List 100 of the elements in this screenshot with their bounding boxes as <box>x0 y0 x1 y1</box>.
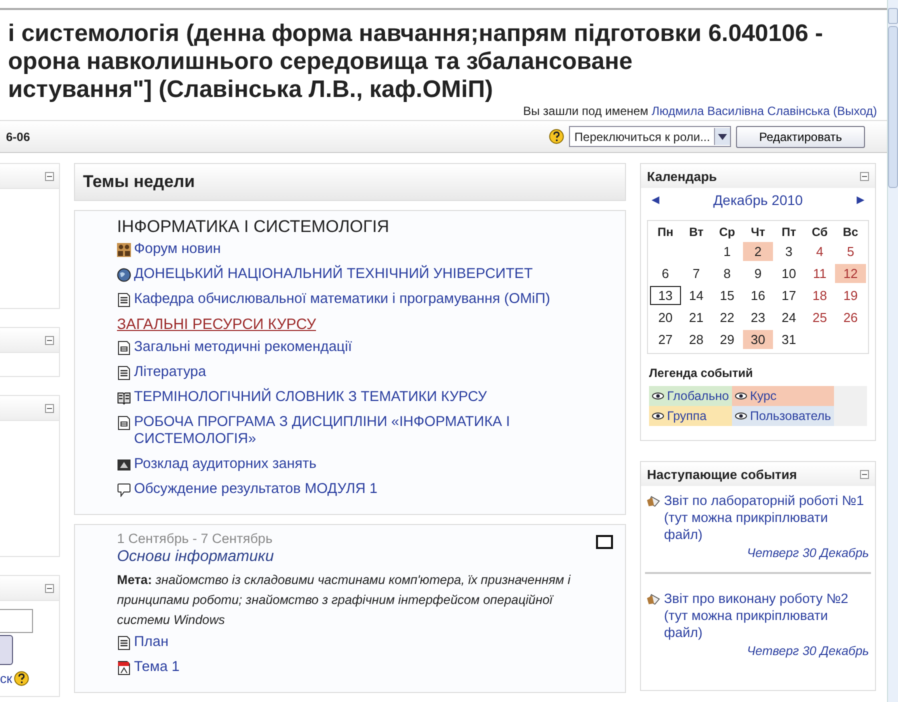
calendar-day[interactable]: 8 <box>712 264 743 283</box>
search-button[interactable] <box>0 635 13 665</box>
calendar-day[interactable]: 23 <box>742 308 774 327</box>
month-title[interactable]: Декабрь 2010 <box>713 192 803 208</box>
help-icon[interactable] <box>14 671 30 686</box>
resource-link[interactable]: Форум новин <box>134 241 221 258</box>
calendar-day[interactable]: 22 <box>712 308 743 327</box>
document-icon <box>117 366 131 380</box>
calendar-day[interactable]: 6 <box>650 264 681 283</box>
collapse-icon[interactable] <box>45 336 54 344</box>
calendar-day[interactable]: 2 <box>742 242 774 261</box>
calendar-day[interactable]: 28 <box>680 330 712 349</box>
eye-icon <box>652 412 664 420</box>
resource-link[interactable]: Загальні методичні рекомендації <box>134 339 352 356</box>
calendar-day[interactable]: 4 <box>804 242 836 261</box>
resource-link[interactable]: ТЕРМІНОЛОГІЧНИЙ СЛОВНИК З ТЕМАТИКИ КУРСУ <box>134 389 487 406</box>
resource-link[interactable]: РОБОЧА ПРОГРАМА З ДИСЦИПЛІНИ «ІНФОРМАТИКА І СИСТЕМОЛОГІЯ» <box>134 414 585 448</box>
calendar-day[interactable]: 1 <box>712 242 743 261</box>
calendar-day[interactable]: 12 <box>835 264 866 283</box>
calendar-day[interactable]: 10 <box>773 264 804 283</box>
calendar-day[interactable]: 18 <box>804 286 836 305</box>
resource-link[interactable]: Кафедра обчислювальної математики і програмування (ОМіП) <box>134 291 550 308</box>
assignment-icon <box>647 592 661 606</box>
user-link[interactable]: Людмила Василівна Славінська <box>652 104 830 118</box>
next-month-arrow[interactable]: ► <box>854 192 867 208</box>
calendar-day[interactable]: 24 <box>773 308 804 327</box>
eye-icon <box>734 412 747 420</box>
breadcrumb[interactable]: 6-06 <box>6 130 30 144</box>
legend-item[interactable]: Глобально <box>649 386 732 406</box>
collapse-icon[interactable] <box>45 172 54 180</box>
collapse-icon[interactable] <box>860 172 869 180</box>
previous-month-arrow[interactable]: ◄ <box>649 192 662 208</box>
document-icon <box>117 341 131 355</box>
event-date[interactable]: Четверг 30 Декабрь <box>647 545 869 562</box>
calendar-day[interactable]: 27 <box>650 330 681 349</box>
role-select[interactable]: Переключиться к роли... <box>569 126 732 147</box>
search-label[interactable]: ск <box>0 671 12 686</box>
document-icon <box>117 293 131 307</box>
collapse-icon[interactable] <box>45 584 54 592</box>
week-dates: 1 Сентябрь - 7 Сентябрь <box>117 531 274 546</box>
calendar-day[interactable]: 20 <box>650 308 681 327</box>
legend-title: Легенда событий <box>649 366 754 380</box>
resource-link[interactable]: ДОНЕЦЬКИЙ НАЦІОНАЛЬНИЙ ТЕХНІЧНИЙ УНІВЕРСИТЕТ <box>134 266 533 283</box>
resource-link[interactable]: Література <box>134 364 206 381</box>
calendar-day[interactable]: 19 <box>835 286 866 305</box>
calendar-day[interactable]: 14 <box>680 286 712 305</box>
pdf-icon <box>117 661 131 675</box>
calendar-day[interactable]: 29 <box>712 330 743 349</box>
assignment-icon <box>647 494 661 508</box>
calendar-day[interactable]: 16 <box>742 286 774 305</box>
block-title: Календарь <box>647 168 717 184</box>
image-icon <box>117 458 131 472</box>
section-label[interactable]: ЗАГАЛЬНІ РЕСУРСИ КУРСУ <box>117 316 316 333</box>
calendar-day[interactable]: 25 <box>804 308 836 327</box>
calendar-day[interactable]: 5 <box>835 242 866 261</box>
eye-icon <box>652 392 664 400</box>
weekday-label: Пн <box>656 225 674 239</box>
weekday-label: Пт <box>780 225 798 239</box>
calendar-day[interactable]: 30 <box>742 330 774 349</box>
help-icon[interactable] <box>549 129 564 144</box>
search-field[interactable] <box>0 609 33 633</box>
resource-link[interactable]: Тема 1 <box>134 659 180 676</box>
calendar-day[interactable]: 26 <box>835 308 866 327</box>
scrollbar-thumb[interactable] <box>888 26 898 188</box>
legend-item[interactable]: Курс <box>732 386 834 406</box>
calendar-day[interactable]: 17 <box>773 286 804 305</box>
legend-item[interactable]: Пользователь <box>732 406 834 426</box>
calendar-day[interactable]: 11 <box>804 264 836 283</box>
section-title: Основи інформатики <box>117 548 275 566</box>
calendar-day[interactable]: 21 <box>680 308 712 327</box>
calendar-day[interactable]: 13 <box>650 286 681 305</box>
weekday-label: Вс <box>842 225 860 239</box>
course-title-line: истування"] (Славінська Л.В., каф.ОМіП) <box>8 76 494 104</box>
course-title-line: і системологія (денна форма навчання;напрям підготовки 6.040106 - <box>8 20 824 48</box>
login-text: Вы зашли под именем <box>523 104 648 118</box>
calendar-day[interactable]: 15 <box>712 286 743 305</box>
goal-text: Мета: знайомство із складовими частинами комп'ютера, їх призначенням і принципами роботи; знайомство з графічним інтерфейсом операційної системи Windows <box>117 572 572 629</box>
weekday-label: Сб <box>810 225 829 239</box>
section-heading: Темы недели <box>74 163 626 201</box>
calendar-day[interactable]: 7 <box>680 264 712 283</box>
calendar-day[interactable]: 3 <box>773 242 804 261</box>
weekday-label: Чт <box>750 225 766 239</box>
event-link[interactable]: Звіт по лабораторній роботі №1 (тут можна прикріплювати файл) <box>664 492 869 543</box>
event-date[interactable]: Четверг 30 Декабрь <box>647 643 869 660</box>
highlight-checkbox[interactable] <box>596 535 613 549</box>
event-link[interactable]: Звіт про виконану роботу №2 (тут можна прикріплювати файл) <box>664 590 869 641</box>
calendar-day[interactable]: 31 <box>773 330 804 349</box>
collapse-icon[interactable] <box>860 470 869 478</box>
collapse-icon[interactable] <box>45 404 54 412</box>
logout-link[interactable]: (Выход) <box>833 104 877 118</box>
resource-link[interactable]: Обсуждение результатов МОДУЛЯ 1 <box>134 481 378 498</box>
dropdown-arrow-icon[interactable] <box>718 134 728 140</box>
weekday-label: Ср <box>718 225 736 239</box>
calendar-day[interactable]: 9 <box>742 264 774 283</box>
resource-link[interactable]: Розклад аудиторних занять <box>134 456 317 473</box>
globe-icon <box>117 268 131 282</box>
legend-item[interactable]: Группа <box>649 406 732 426</box>
weekday-label: Вт <box>688 225 704 239</box>
edit-button[interactable]: Редактировать <box>736 126 865 148</box>
resource-link[interactable]: План <box>134 634 168 651</box>
